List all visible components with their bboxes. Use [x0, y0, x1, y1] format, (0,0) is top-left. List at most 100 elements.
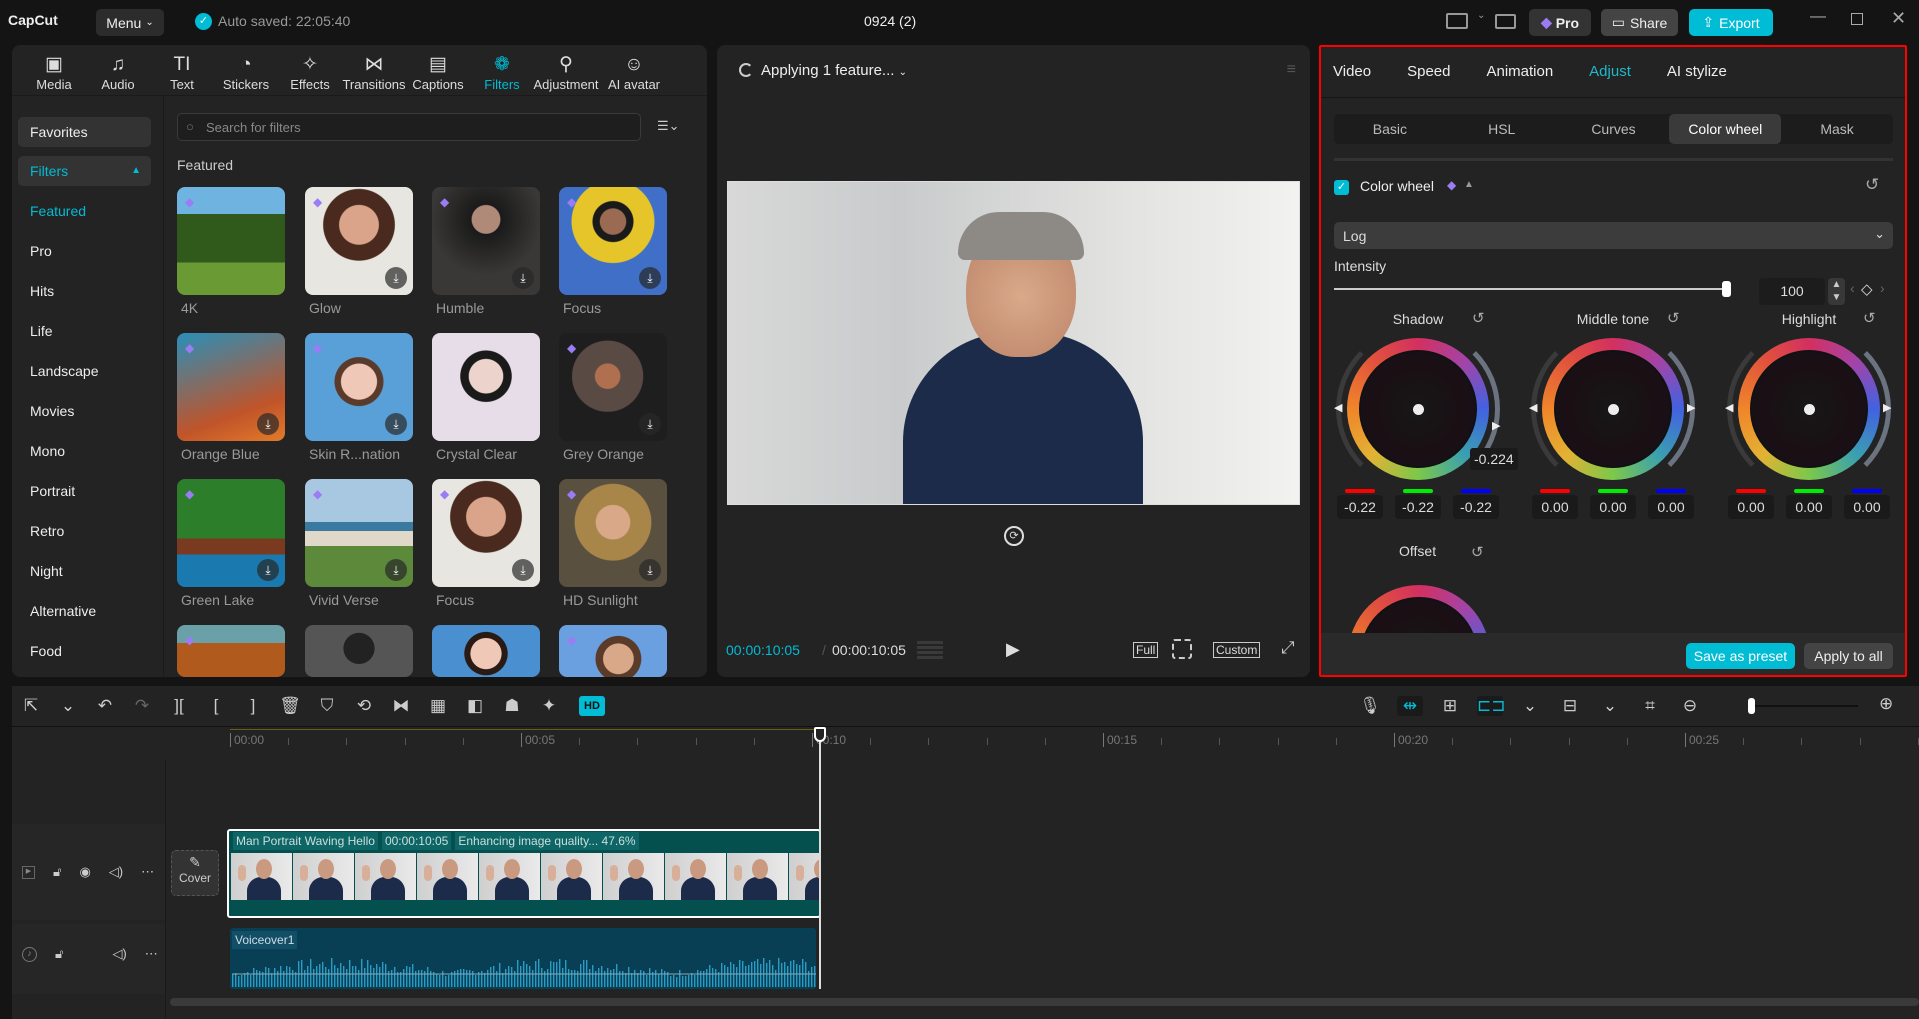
- subtab-curves[interactable]: Curves: [1558, 114, 1670, 144]
- subtab-hsl[interactable]: HSL: [1446, 114, 1558, 144]
- filter-thumbnail[interactable]: ◆⤓: [177, 479, 285, 587]
- sidebar-item-movies[interactable]: Movies: [18, 396, 151, 426]
- tab-transitions[interactable]: ⋈Transitions: [342, 53, 406, 97]
- tab-adjustment[interactable]: ⚲Adjustment: [534, 53, 598, 97]
- filter-thumbnail[interactable]: ◆⤓: [559, 333, 667, 441]
- playhead-handle[interactable]: [814, 727, 826, 742]
- sidebar-favorites[interactable]: Favorites: [18, 117, 151, 147]
- download-icon[interactable]: ⤓: [639, 559, 661, 581]
- arrow-right-icon[interactable]: ▶: [1687, 401, 1695, 414]
- undo-icon[interactable]: ↶: [92, 696, 118, 716]
- color-wheel-checkbox[interactable]: ✓: [1334, 180, 1349, 195]
- layout-icon[interactable]: [1446, 13, 1468, 29]
- filter-thumbnail[interactable]: ◆⤓: [305, 479, 413, 587]
- wheel-handle[interactable]: [1413, 404, 1424, 415]
- processing-status[interactable]: Applying 1 feature... ⌄: [761, 62, 907, 79]
- sidebar-item-food[interactable]: Food: [18, 636, 151, 666]
- sidebar-item-mono[interactable]: Mono: [18, 436, 151, 466]
- filter-thumbnail[interactable]: [305, 625, 413, 677]
- wheel-handle[interactable]: [1608, 404, 1619, 415]
- channel-b-input[interactable]: -0.22: [1453, 495, 1499, 519]
- channel-g-input[interactable]: 0.00: [1786, 495, 1832, 519]
- filter-thumbnail[interactable]: ◆: [177, 187, 285, 295]
- filter-thumbnail[interactable]: ◆⤓: [305, 187, 413, 295]
- keyframe-diamond-icon[interactable]: ◇: [1861, 280, 1873, 298]
- aspect-ratio-button[interactable]: Custom: [1213, 642, 1260, 658]
- reset-icon[interactable]: ↺: [1865, 175, 1879, 195]
- more-icon[interactable]: ⋯: [141, 864, 154, 880]
- chevron-down-icon[interactable]: ⌄: [1517, 696, 1543, 716]
- more-icon[interactable]: ⋯: [145, 946, 158, 962]
- sidebar-item-pro[interactable]: Pro: [18, 236, 151, 266]
- split-icon[interactable]: ][: [166, 696, 192, 716]
- video-clip[interactable]: Man Portrait Waving Hello 00:00:10:05 En…: [227, 829, 821, 918]
- sidebar-item-portrait[interactable]: Portrait: [18, 476, 151, 506]
- share-button[interactable]: ▭Share: [1601, 9, 1678, 36]
- arrow-right-icon[interactable]: ▶: [1883, 401, 1891, 414]
- collapse-caret-icon[interactable]: ▲: [1464, 179, 1474, 190]
- microphone-icon[interactable]: 🎙︎: [1357, 696, 1383, 716]
- filter-thumbnail[interactable]: [432, 625, 540, 677]
- sidebar-item-featured[interactable]: Featured: [18, 196, 151, 226]
- playhead[interactable]: [819, 727, 821, 989]
- chevron-down-icon[interactable]: ⌄: [55, 696, 81, 716]
- channel-b-input[interactable]: 0.00: [1648, 495, 1694, 519]
- video-preview[interactable]: [727, 181, 1300, 505]
- lock-icon[interactable]: 🔓︎: [55, 946, 63, 962]
- chevron-down-icon[interactable]: ⌄: [1597, 696, 1623, 716]
- download-icon[interactable]: ⤓: [385, 559, 407, 581]
- pro-button[interactable]: ◆Pro: [1529, 9, 1591, 36]
- subtab-basic[interactable]: Basic: [1334, 114, 1446, 144]
- stepper-icon[interactable]: ▲▼: [1828, 278, 1845, 305]
- timeline-zoom-slider[interactable]: [1748, 705, 1858, 707]
- tab-captions[interactable]: ▤Captions: [406, 53, 470, 97]
- channel-g-input[interactable]: 0.00: [1590, 495, 1636, 519]
- sidebar-item-alternative[interactable]: Alternative: [18, 596, 151, 626]
- main-track-magnet-icon[interactable]: ⇹: [1397, 696, 1423, 716]
- delete-icon[interactable]: 🗑︎: [277, 696, 303, 716]
- arrow-right-icon[interactable]: ▶: [1492, 419, 1500, 432]
- split-left-icon[interactable]: [: [203, 696, 229, 716]
- fullscreen-icon[interactable]: ⤢: [1281, 638, 1295, 658]
- hd-enhance-icon[interactable]: HD: [579, 696, 605, 716]
- tab-ai-stylize[interactable]: AI stylize: [1667, 63, 1727, 80]
- menu-button[interactable]: Menu⌄: [96, 9, 164, 36]
- zoom-in-icon[interactable]: ⊕: [1879, 694, 1893, 714]
- tab-ai-avatar[interactable]: ☺AI avatar: [598, 53, 670, 97]
- filter-thumbnail[interactable]: ◆: [177, 625, 285, 677]
- redo-icon[interactable]: ↷: [129, 696, 155, 716]
- volume-icon[interactable]: ◁): [109, 864, 123, 880]
- arrow-left-icon[interactable]: ◀: [1529, 401, 1537, 414]
- mode-dropdown[interactable]: Log ⌄: [1334, 222, 1893, 249]
- slider-handle[interactable]: [1722, 281, 1731, 297]
- color-wheel-shadow[interactable]: [1347, 338, 1489, 480]
- volume-icon[interactable]: ◁): [112, 946, 126, 962]
- sidebar-item-retro[interactable]: Retro: [18, 516, 151, 546]
- filter-sort-icon[interactable]: ☰⌄: [657, 118, 680, 134]
- intensity-value-input[interactable]: 100: [1759, 278, 1825, 305]
- sidebar-item-night[interactable]: Night: [18, 556, 151, 586]
- split-screen-icon[interactable]: ⊟: [1557, 696, 1583, 716]
- zoom-preview-icon[interactable]: [1172, 639, 1192, 659]
- filter-search-input[interactable]: ○ Search for filters: [177, 113, 641, 141]
- tab-filters[interactable]: ❁Filters: [470, 53, 534, 97]
- zoom-out-icon[interactable]: ⊖: [1677, 696, 1703, 716]
- tab-stickers[interactable]: ◔Stickers: [214, 53, 278, 97]
- filter-thumbnail[interactable]: ◆⤓: [177, 333, 285, 441]
- cover-button[interactable]: ✎Cover: [171, 850, 219, 896]
- cursor-icon[interactable]: ⇱: [18, 696, 44, 716]
- slider-handle[interactable]: [1748, 698, 1755, 714]
- menu-lines-icon[interactable]: ≡: [1287, 61, 1296, 79]
- split-right-icon[interactable]: ]: [240, 696, 266, 716]
- filter-thumbnail[interactable]: ◆⤓: [305, 333, 413, 441]
- sidebar-item-landscape[interactable]: Landscape: [18, 356, 151, 386]
- preview-axis-icon[interactable]: ⊞: [1437, 696, 1463, 716]
- shortcuts-icon[interactable]: [1495, 14, 1516, 29]
- download-icon[interactable]: ⤓: [512, 559, 534, 581]
- fit-timeline-icon[interactable]: ⌗: [1637, 696, 1663, 716]
- offset-wheel[interactable]: [1348, 585, 1490, 633]
- link-icon[interactable]: ⊏⊐: [1477, 696, 1503, 716]
- filter-thumbnail[interactable]: [432, 333, 540, 441]
- play-icon[interactable]: ▶: [1006, 639, 1020, 660]
- remove-bg-icon[interactable]: ☗: [499, 696, 525, 716]
